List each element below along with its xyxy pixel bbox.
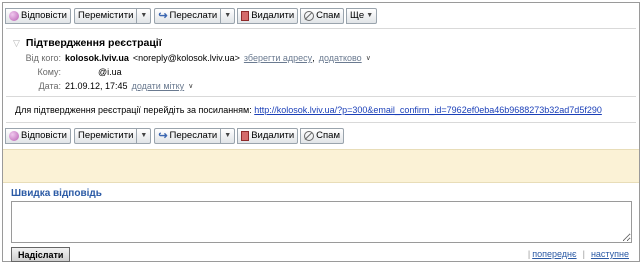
- spam-button[interactable]: Спам: [300, 7, 344, 24]
- to-label: Кому:: [37, 67, 61, 77]
- subject-row: ▽ Підтвердження реєстрації: [13, 37, 162, 49]
- delete-button[interactable]: Видалити: [237, 7, 299, 24]
- sender-name: kolosok.lviv.ua: [65, 53, 129, 63]
- chevron-down-icon: ▼: [366, 12, 374, 19]
- bottom-toolbar: Відповісти Перемістити ▼ ↪ Переслати ▼ В…: [5, 126, 347, 145]
- top-toolbar: Відповісти Перемістити ▼ ↪ Переслати ▼ В…: [5, 6, 380, 25]
- forward-icon: ↪: [158, 129, 168, 142]
- reply-icon: [9, 10, 19, 21]
- message-body: Для підтвердження реєстрації перейдіть з…: [15, 105, 602, 115]
- previous-message-link[interactable]: попереднє: [532, 249, 576, 259]
- to-row: Кому: @i.ua: [13, 67, 613, 79]
- forward-button[interactable]: ↪ Переслати: [154, 127, 222, 144]
- spam-icon: [304, 130, 315, 141]
- spam-button[interactable]: Спам: [300, 127, 344, 144]
- reply-button[interactable]: Відповісти: [5, 127, 71, 144]
- recipient: @i.ua: [98, 67, 122, 77]
- forward-dropdown[interactable]: ▼: [220, 127, 236, 144]
- move-dropdown[interactable]: ▼: [136, 7, 152, 24]
- chevron-down-icon[interactable]: ∨: [366, 54, 371, 62]
- from-row: Від кого: kolosok.lviv.ua <noreply@kolos…: [13, 53, 613, 65]
- date-label: Дата:: [38, 81, 61, 91]
- mail-view: Відповісти Перемістити ▼ ↪ Переслати ▼ В…: [2, 2, 640, 262]
- more-details-link[interactable]: додатково: [319, 53, 362, 63]
- reply-icon: [9, 130, 19, 141]
- collapse-icon[interactable]: ▽: [13, 38, 20, 49]
- reply-button[interactable]: Відповісти: [5, 7, 71, 24]
- next-message-link[interactable]: наступне: [591, 249, 629, 259]
- quick-reply-title: Швидка відповідь: [11, 188, 102, 199]
- spam-icon: [304, 10, 315, 21]
- date-row: Дата: 21.09.12, 17:45 додати мітку ∨: [13, 81, 613, 93]
- confirm-link[interactable]: http://kolosok.lviv.ua/?p=300&email_conf…: [254, 105, 602, 115]
- message-date: 21.09.12, 17:45: [65, 81, 128, 91]
- move-button[interactable]: Перемістити: [73, 7, 138, 24]
- forward-icon: ↪: [158, 9, 168, 22]
- forward-button[interactable]: ↪ Переслати: [154, 7, 222, 24]
- sender-email[interactable]: <noreply@kolosok.lviv.ua>: [133, 53, 240, 63]
- chevron-down-icon: ▼: [140, 132, 148, 139]
- move-button[interactable]: Перемістити: [73, 127, 138, 144]
- trash-icon: [241, 10, 250, 21]
- chevron-down-icon: ▼: [140, 12, 148, 19]
- delete-button[interactable]: Видалити: [237, 127, 299, 144]
- add-label-link[interactable]: додати мітку: [132, 81, 185, 91]
- divider: [6, 28, 636, 29]
- move-dropdown[interactable]: ▼: [136, 127, 152, 144]
- message-subject: Підтвердження реєстрації: [25, 37, 162, 49]
- forward-dropdown[interactable]: ▼: [220, 7, 236, 24]
- message-pager: | попереднє | наступне: [527, 249, 629, 259]
- chevron-down-icon[interactable]: ∨: [188, 82, 193, 90]
- divider: [6, 96, 636, 97]
- more-button[interactable]: Ще ▼: [346, 7, 378, 24]
- divider: [6, 122, 636, 123]
- chevron-down-icon: ▼: [224, 132, 232, 139]
- save-address-link[interactable]: зберегти адресу: [244, 53, 312, 63]
- chevron-down-icon: ▼: [224, 12, 232, 19]
- send-button[interactable]: Надіслати: [11, 247, 71, 262]
- from-label: Від кого:: [25, 53, 61, 63]
- trash-icon: [241, 130, 250, 141]
- notice-band: [3, 149, 639, 183]
- quick-reply-input[interactable]: [11, 201, 632, 243]
